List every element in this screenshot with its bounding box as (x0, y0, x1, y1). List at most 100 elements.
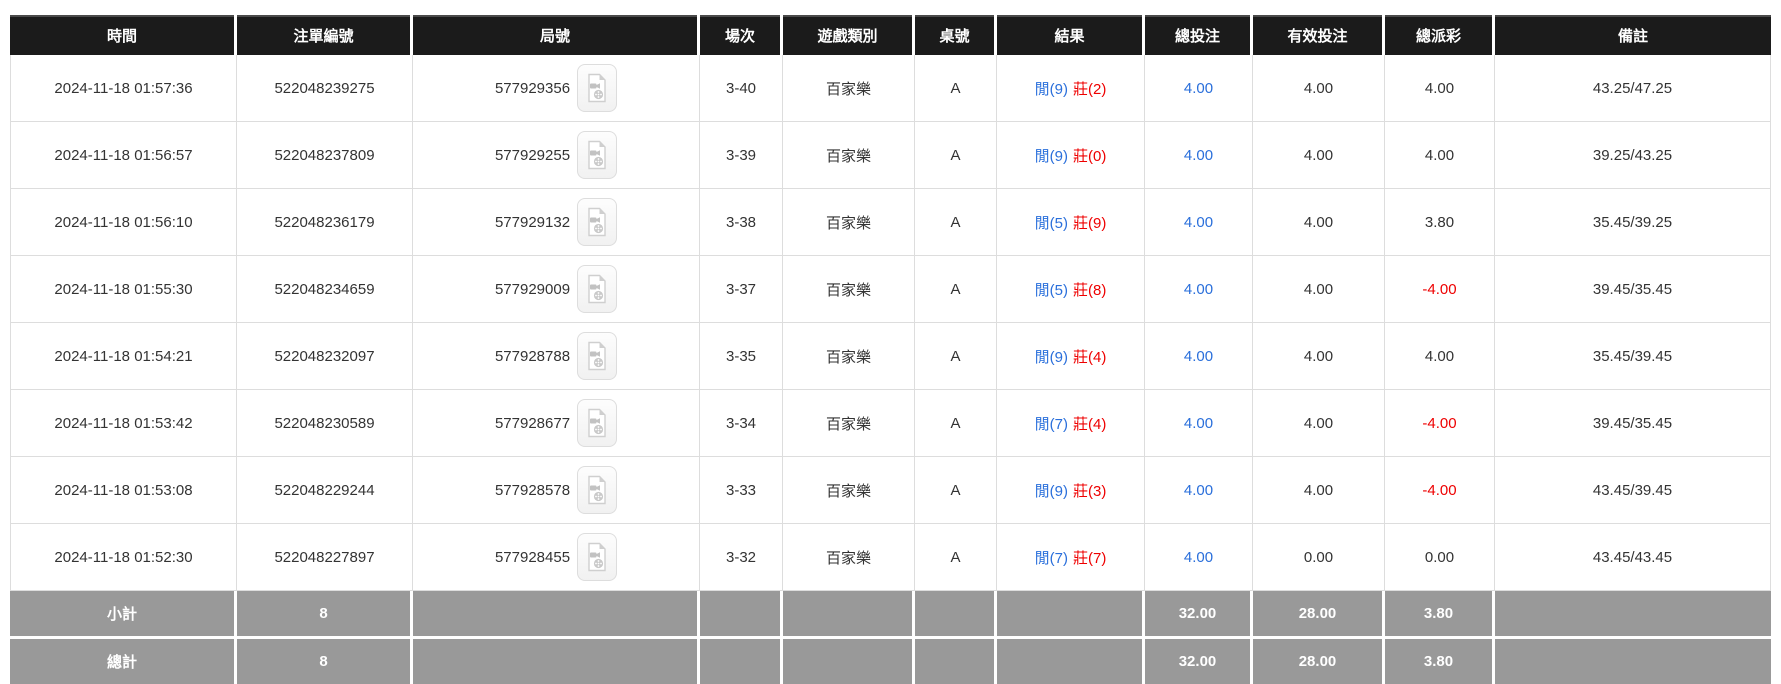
cell-total-bet: 4.00 (1145, 122, 1253, 189)
result-player: 閒(5) (1034, 281, 1068, 299)
video-replay-icon[interactable] (577, 332, 618, 380)
payout-value: 3.80 (1424, 213, 1455, 231)
cell-total-payout: 4.00 (1385, 323, 1495, 390)
cell-table-no: A (915, 390, 997, 457)
cell-time: 2024-11-18 01:55:30 (10, 256, 237, 323)
payout-value: -4.00 (1422, 481, 1457, 499)
result-player: 閒(9) (1034, 348, 1068, 366)
cell-round-no: 577928455 (413, 524, 700, 591)
cell-total-bet: 4.00 (1145, 256, 1253, 323)
cell-total-bet: 4.00 (1145, 390, 1253, 457)
bet-record-row: 2024-11-18 01:57:36 522048239275 5779293… (10, 55, 1771, 122)
bet-record-row: 2024-11-18 01:56:10 522048236179 5779291… (10, 189, 1771, 256)
cell-game-type: 百家樂 (783, 457, 915, 524)
cell-session: 3-33 (700, 457, 783, 524)
cell-game-type: 百家樂 (783, 390, 915, 457)
cell-valid-bet: 4.00 (1253, 323, 1385, 390)
video-replay-icon[interactable] (577, 265, 618, 313)
col-header-bet-no: 注單編號 (237, 15, 413, 55)
payout-value: 4.00 (1424, 79, 1455, 97)
cell-total-payout: -4.00 (1385, 256, 1495, 323)
cell-total-payout: 0.00 (1385, 524, 1495, 591)
cell-valid-bet: 4.00 (1253, 189, 1385, 256)
cell-remark: 35.45/39.25 (1495, 189, 1771, 256)
cell-bet-no: 522048237809 (237, 122, 413, 189)
cell-total-payout: 4.00 (1385, 55, 1495, 122)
subtotal-valid-bet: 28.00 (1253, 591, 1385, 636)
cell-session: 3-37 (700, 256, 783, 323)
cell-total-bet: 4.00 (1145, 189, 1253, 256)
col-header-time: 時間 (10, 15, 237, 55)
cell-round-no: 577929255 (413, 122, 700, 189)
video-replay-icon[interactable] (577, 131, 618, 179)
col-header-table-no: 桌號 (915, 15, 997, 55)
bet-record-row: 2024-11-18 01:56:57 522048237809 5779292… (10, 122, 1771, 189)
result-banker: 莊(0) (1073, 147, 1107, 165)
total-valid-bet: 28.00 (1253, 636, 1385, 684)
cell-result: 閒(7) 莊(4) (997, 390, 1145, 457)
cell-table-no: A (915, 122, 997, 189)
cell-total-bet: 4.00 (1145, 323, 1253, 390)
cell-result: 閒(5) 莊(9) (997, 189, 1145, 256)
col-header-result: 結果 (997, 15, 1145, 55)
cell-round-no: 577928578 (413, 457, 700, 524)
cell-valid-bet: 4.00 (1253, 122, 1385, 189)
cell-game-type: 百家樂 (783, 323, 915, 390)
cell-result: 閒(5) 莊(8) (997, 256, 1145, 323)
result-banker: 莊(2) (1073, 80, 1107, 98)
cell-total-payout: 3.80 (1385, 189, 1495, 256)
video-replay-icon[interactable] (577, 198, 618, 246)
cell-session: 3-38 (700, 189, 783, 256)
cell-valid-bet: 0.00 (1253, 524, 1385, 591)
video-replay-icon[interactable] (577, 533, 618, 581)
cell-time: 2024-11-18 01:52:30 (10, 524, 237, 591)
cell-table-no: A (915, 524, 997, 591)
cell-session: 3-39 (700, 122, 783, 189)
cell-total-payout: -4.00 (1385, 457, 1495, 524)
cell-round-no: 577929132 (413, 189, 700, 256)
payout-value: 4.00 (1424, 347, 1455, 365)
result-player: 閒(7) (1034, 549, 1068, 567)
cell-result: 閒(9) 莊(0) (997, 122, 1145, 189)
table-header-row: 時間 注單編號 局號 場次 遊戲類別 桌號 結果 總投注 有效投注 總派彩 備註 (10, 15, 1771, 55)
subtotal-label: 小計 (10, 591, 237, 636)
video-replay-icon[interactable] (577, 399, 618, 447)
result-banker: 莊(8) (1073, 281, 1107, 299)
subtotal-row: 小計 8 32.00 28.00 3.80 (10, 591, 1771, 636)
cell-bet-no: 522048239275 (237, 55, 413, 122)
bet-record-row: 2024-11-18 01:52:30 522048227897 5779284… (10, 524, 1771, 591)
cell-valid-bet: 4.00 (1253, 256, 1385, 323)
col-header-remark: 備註 (1495, 15, 1771, 55)
cell-session: 3-32 (700, 524, 783, 591)
cell-remark: 39.45/35.45 (1495, 256, 1771, 323)
result-player: 閒(9) (1034, 482, 1068, 500)
result-banker: 莊(9) (1073, 214, 1107, 232)
table-body: 2024-11-18 01:57:36 522048239275 5779293… (10, 55, 1771, 591)
cell-table-no: A (915, 189, 997, 256)
table-footer: 小計 8 32.00 28.00 3.80 總計 8 32.00 28.00 3… (10, 591, 1771, 684)
result-player: 閒(5) (1034, 214, 1068, 232)
result-banker: 莊(4) (1073, 348, 1107, 366)
result-player: 閒(9) (1034, 147, 1068, 165)
col-header-valid-bet: 有效投注 (1253, 15, 1385, 55)
cell-round-no: 577929009 (413, 256, 700, 323)
cell-result: 閒(9) 莊(4) (997, 323, 1145, 390)
bet-history-table: 時間 注單編號 局號 場次 遊戲類別 桌號 結果 總投注 有效投注 總派彩 備註… (10, 15, 1771, 684)
cell-result: 閒(9) 莊(2) (997, 55, 1145, 122)
payout-value: 4.00 (1424, 146, 1455, 164)
total-total-bet: 32.00 (1145, 636, 1253, 684)
video-replay-icon[interactable] (577, 466, 618, 514)
cell-valid-bet: 4.00 (1253, 390, 1385, 457)
cell-remark: 43.25/47.25 (1495, 55, 1771, 122)
video-replay-icon[interactable] (577, 64, 618, 112)
cell-game-type: 百家樂 (783, 256, 915, 323)
cell-round-no: 577928788 (413, 323, 700, 390)
cell-total-bet: 4.00 (1145, 457, 1253, 524)
cell-round-no: 577928677 (413, 390, 700, 457)
cell-valid-bet: 4.00 (1253, 55, 1385, 122)
cell-time: 2024-11-18 01:57:36 (10, 55, 237, 122)
cell-table-no: A (915, 323, 997, 390)
total-total-payout: 3.80 (1385, 636, 1495, 684)
result-banker: 莊(7) (1073, 549, 1107, 567)
cell-time: 2024-11-18 01:53:42 (10, 390, 237, 457)
